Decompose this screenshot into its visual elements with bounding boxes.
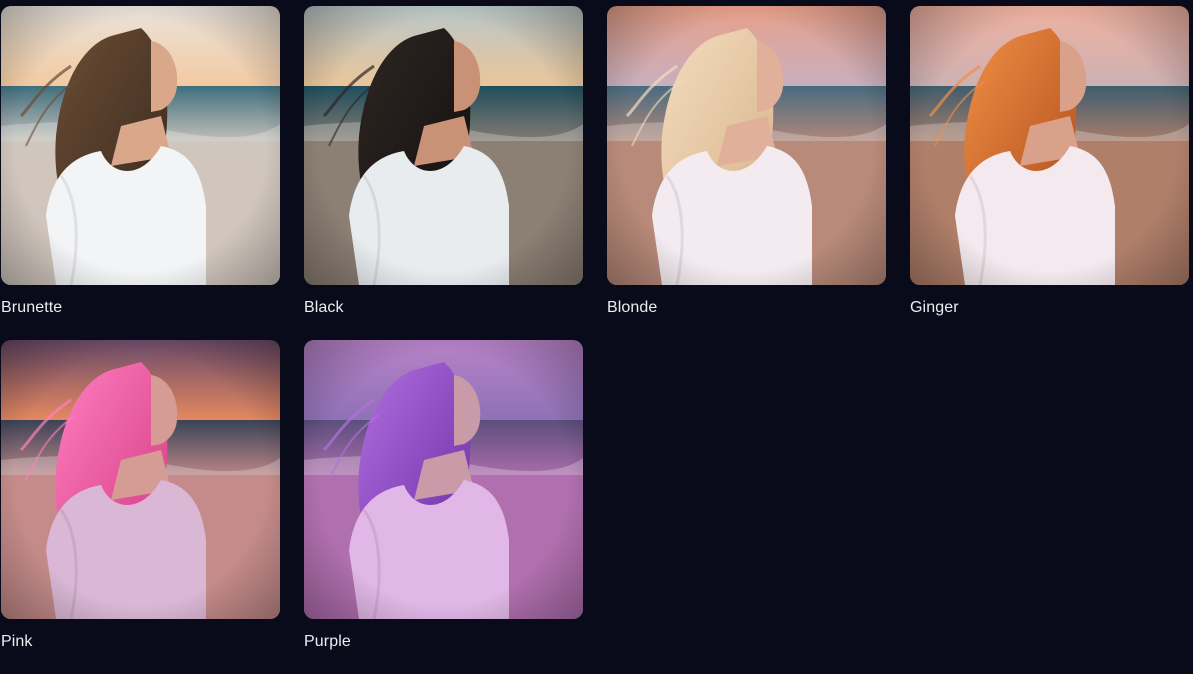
gallery-item-purple[interactable]: Purple	[304, 340, 583, 674]
gallery-item-pink[interactable]: Pink	[1, 340, 280, 674]
gallery-item-label: Black	[304, 299, 344, 316]
gallery-item-label: Pink	[1, 633, 33, 650]
gallery-item-label: Brunette	[1, 299, 63, 316]
thumbnail-image[interactable]	[304, 6, 583, 285]
thumbnail-image[interactable]	[607, 6, 886, 285]
thumbnail-image[interactable]	[1, 340, 280, 619]
hair-color-gallery: Brunette Black Blonde Ginger Pink Purple	[1, 6, 1189, 674]
gallery-item-black[interactable]: Black	[304, 6, 583, 340]
gallery-item-ginger[interactable]: Ginger	[910, 6, 1189, 340]
gallery-item-brunette[interactable]: Brunette	[1, 6, 280, 340]
gallery-item-label: Purple	[304, 633, 351, 650]
thumbnail-image[interactable]	[304, 340, 583, 619]
gallery-item-blonde[interactable]: Blonde	[607, 6, 886, 340]
thumbnail-image[interactable]	[910, 6, 1189, 285]
gallery-item-label: Blonde	[607, 299, 658, 316]
thumbnail-image[interactable]	[1, 6, 280, 285]
gallery-item-label: Ginger	[910, 299, 959, 316]
